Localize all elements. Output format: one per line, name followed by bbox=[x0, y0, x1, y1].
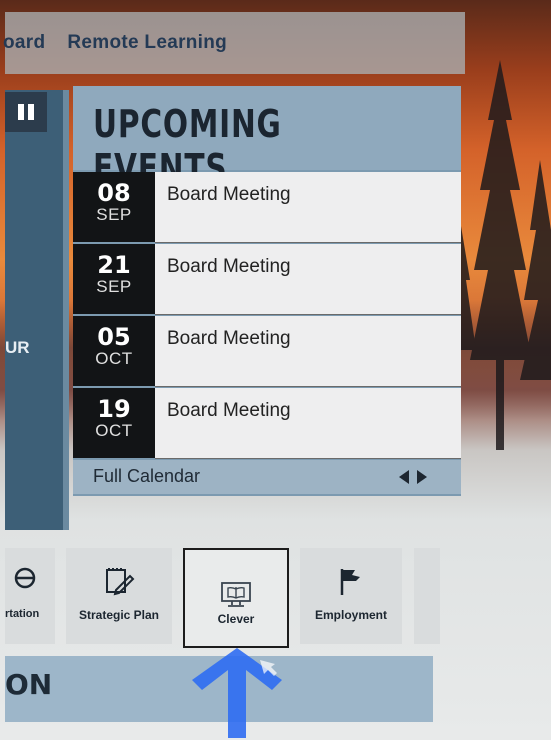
event-day: 08 bbox=[97, 179, 131, 207]
event-month: OCT bbox=[95, 349, 133, 368]
quick-link-next-partial[interactable] bbox=[414, 548, 440, 644]
full-calendar-link[interactable]: Full Calendar bbox=[93, 466, 200, 487]
pause-button[interactable] bbox=[5, 92, 47, 132]
quick-link-clever[interactable]: Clever bbox=[183, 548, 289, 648]
nav-item-board[interactable]: oard bbox=[3, 32, 45, 54]
event-item[interactable]: 21 SEP Board Meeting bbox=[73, 244, 461, 315]
circle-slash-icon bbox=[14, 567, 36, 589]
blue-arrow-annotation-icon bbox=[192, 648, 282, 738]
computer-book-icon bbox=[221, 582, 251, 607]
quick-link-label: Strategic Plan bbox=[78, 608, 160, 622]
quick-link-label: rtation bbox=[5, 608, 40, 620]
flag-icon bbox=[340, 569, 360, 595]
event-date: 19 OCT bbox=[73, 388, 155, 458]
event-item[interactable]: 05 OCT Board Meeting bbox=[73, 316, 461, 387]
event-date: 21 SEP bbox=[73, 244, 155, 314]
event-month: SEP bbox=[96, 277, 132, 296]
quick-link-employment[interactable]: Employment bbox=[300, 548, 402, 644]
nav-item-remote-learning[interactable]: Remote Learning bbox=[67, 32, 227, 54]
notepad-pencil-icon bbox=[106, 568, 135, 596]
next-arrow-icon[interactable] bbox=[417, 470, 427, 484]
event-day: 21 bbox=[97, 251, 131, 279]
previous-arrow-icon[interactable] bbox=[399, 470, 409, 484]
event-name[interactable]: Board Meeting bbox=[167, 256, 291, 278]
quick-link-label: Employment bbox=[314, 608, 387, 622]
left-panel-text: UR bbox=[5, 338, 30, 357]
event-item[interactable]: 08 SEP Board Meeting bbox=[73, 172, 461, 243]
events-header: UPCOMING EVENTS bbox=[73, 86, 461, 190]
event-name[interactable]: Board Meeting bbox=[167, 184, 291, 206]
event-day: 19 bbox=[97, 395, 131, 423]
top-navigation: oard Remote Learning bbox=[3, 12, 465, 74]
event-name[interactable]: Board Meeting bbox=[167, 328, 291, 350]
upcoming-events-card: UPCOMING EVENTS 08 SEP Board Meeting 21 … bbox=[73, 86, 461, 496]
event-item[interactable]: 19 OCT Board Meeting bbox=[73, 388, 461, 459]
left-slider-panel bbox=[5, 90, 69, 530]
event-day: 05 bbox=[97, 323, 131, 351]
quick-link-transportation[interactable]: rtation bbox=[5, 548, 55, 644]
event-month: SEP bbox=[96, 205, 132, 224]
quick-link-label: Clever bbox=[217, 612, 255, 626]
bottom-banner-text: ON bbox=[5, 668, 53, 701]
quick-link-strategic-plan[interactable]: Strategic Plan bbox=[66, 548, 172, 644]
event-date: 05 OCT bbox=[73, 316, 155, 386]
event-name[interactable]: Board Meeting bbox=[167, 400, 291, 422]
event-month: OCT bbox=[95, 421, 133, 440]
events-footer: Full Calendar bbox=[73, 460, 461, 494]
event-date: 08 SEP bbox=[73, 172, 155, 242]
